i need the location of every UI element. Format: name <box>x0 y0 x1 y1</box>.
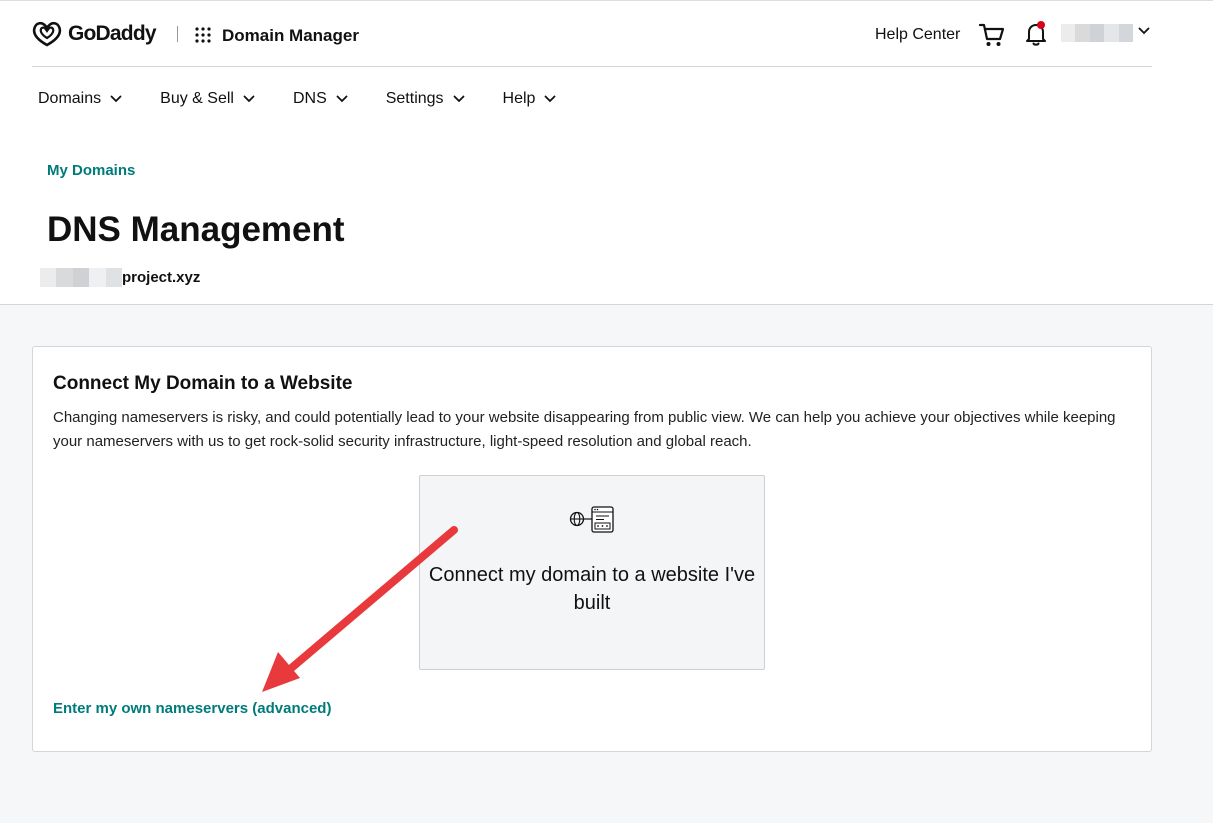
domain-name-row: project.xyz <box>40 268 200 287</box>
godaddy-logo[interactable]: GoDaddy <box>32 20 157 47</box>
nav-help[interactable]: Help <box>503 90 557 108</box>
nav-domains[interactable]: Domains <box>38 90 122 108</box>
nav-dns[interactable]: DNS <box>293 90 348 108</box>
main-nav: Domains Buy & Sell DNS Settings Help <box>38 90 594 108</box>
nav-label: Settings <box>385 90 444 107</box>
chevron-down-icon[interactable] <box>1138 27 1150 35</box>
nav-buy-sell[interactable]: Buy & Sell <box>160 90 255 108</box>
app-title[interactable]: Domain Manager <box>222 26 359 46</box>
top-border <box>0 0 1213 1</box>
chevron-down-icon <box>243 95 255 103</box>
nav-label: Domains <box>38 90 102 107</box>
brand-name: GoDaddy <box>68 21 157 45</box>
card-description: Changing nameservers is risky, and could… <box>53 409 1116 450</box>
enter-nameservers-link[interactable]: Enter my own nameservers (advanced) <box>53 700 331 717</box>
card-title: Connect My Domain to a Website <box>53 373 353 394</box>
chevron-down-icon <box>453 95 464 103</box>
header: GoDaddy Domain Manager Help Center <box>32 2 1152 67</box>
cart-icon[interactable] <box>978 21 1006 49</box>
globe-server-icon <box>569 506 614 533</box>
help-center-link[interactable]: Help Center <box>875 26 960 44</box>
breadcrumb-my-domains[interactable]: My Domains <box>47 162 135 179</box>
nav-label: Help <box>502 90 536 107</box>
connect-domain-card: Connect My Domain to a Website Changing … <box>32 346 1152 752</box>
redacted-domain-prefix <box>40 268 123 287</box>
nav-label: Buy & Sell <box>160 90 234 107</box>
chevron-down-icon <box>336 95 348 103</box>
domain-name: project.xyz <box>122 269 201 286</box>
nav-label: DNS <box>292 90 327 107</box>
header-divider <box>177 26 178 42</box>
nav-settings[interactable]: Settings <box>386 90 465 108</box>
chevron-down-icon <box>110 95 122 103</box>
page-title: DNS Management <box>47 210 345 249</box>
option-label: Connect my domain to a website I've buil… <box>428 564 756 614</box>
notification-dot <box>1037 21 1045 29</box>
account-avatar[interactable] <box>1061 24 1134 42</box>
chevron-down-icon <box>545 95 556 103</box>
top-section: GoDaddy Domain Manager Help Center Domai… <box>0 0 1213 305</box>
godaddy-logo-icon <box>32 21 62 47</box>
connect-website-option[interactable]: Connect my domain to a website I've buil… <box>419 475 765 670</box>
apps-grid-icon[interactable] <box>194 26 212 44</box>
